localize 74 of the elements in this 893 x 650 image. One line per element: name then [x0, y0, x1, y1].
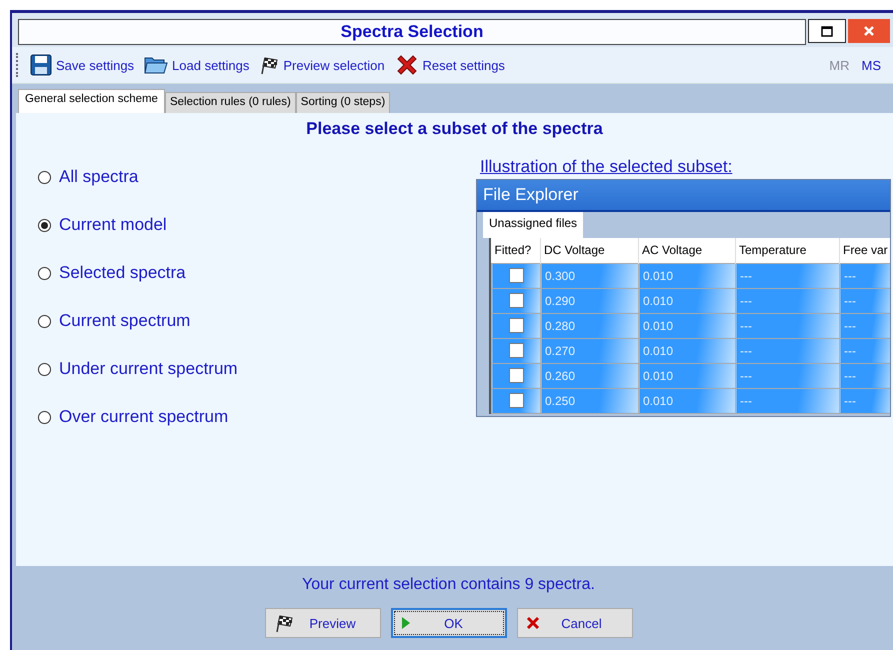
checkbox[interactable] — [508, 293, 524, 308]
option-label: Current model — [59, 215, 167, 235]
toolbar-button[interactable]: Load settings — [144, 55, 250, 75]
table-cell: --- — [736, 288, 840, 313]
maximize-icon — [821, 26, 833, 36]
column-header: Temperature — [736, 238, 840, 263]
checkbox[interactable] — [508, 368, 524, 384]
table-cell: --- — [840, 363, 890, 388]
tab[interactable]: Sorting (0 steps) — [296, 92, 390, 113]
close-button[interactable] — [848, 19, 890, 43]
table-cell: 0.290 — [540, 288, 638, 313]
table-cell: --- — [840, 388, 890, 413]
option-label: All spectra — [59, 167, 138, 187]
play-icon — [400, 616, 410, 630]
column-header: Fitted? — [492, 238, 540, 263]
option-label: Under current spectrum — [59, 359, 238, 379]
radio-button[interactable] — [38, 362, 51, 376]
table-cell: 0.280 — [540, 313, 638, 338]
cross-icon — [394, 53, 419, 77]
table-cell: 0.010 — [638, 313, 736, 338]
radio-button[interactable] — [38, 314, 51, 328]
status-text: Your current selection contains 9 spectra. — [302, 576, 595, 594]
dialog-button[interactable]: Cancel — [516, 608, 632, 638]
toolbar-button[interactable]: MS — [862, 58, 881, 72]
column-header: AC Voltage — [638, 238, 736, 263]
tab[interactable]: Unassigned files — [483, 212, 584, 238]
table-cell: --- — [840, 338, 890, 363]
radio-button[interactable] — [38, 410, 51, 424]
table-cell: --- — [736, 263, 840, 288]
table-cell: 0.250 — [540, 388, 638, 413]
option-label: Current spectrum — [59, 311, 190, 331]
table-cell: 0.010 — [638, 388, 736, 413]
panel-title: File Explorer — [477, 180, 890, 212]
table-cell: --- — [736, 363, 840, 388]
tab[interactable]: General selection scheme — [18, 89, 165, 113]
table-cell: 0.010 — [638, 263, 736, 288]
window-title: Spectra Selection — [18, 19, 806, 45]
checkbox[interactable] — [508, 268, 524, 284]
option-label: Over current spectrum — [59, 407, 228, 427]
checkbox[interactable] — [508, 318, 524, 334]
checkered-flag-icon — [259, 55, 280, 75]
caption: Illustration of the selected subset: — [479, 157, 734, 177]
table-cell: 0.260 — [540, 363, 638, 388]
toolbar-button[interactable]: Reset settings — [394, 53, 505, 77]
checkbox[interactable] — [508, 393, 524, 408]
folder-icon — [144, 55, 168, 75]
table-cell: --- — [840, 288, 890, 313]
toolbar-button[interactable]: Preview selection — [259, 55, 385, 75]
tab[interactable]: Selection rules (0 rules) — [164, 92, 296, 113]
dialog-button[interactable]: OK — [390, 608, 506, 638]
option-label: Selected spectra — [59, 263, 186, 283]
cross-icon — [526, 616, 540, 630]
table-cell: --- — [840, 313, 890, 338]
checkered-flag-icon — [274, 613, 294, 633]
checkbox[interactable] — [508, 343, 524, 358]
table-cell: --- — [840, 263, 890, 288]
table-cell: 0.010 — [638, 288, 736, 313]
column-header: DC Voltage — [540, 238, 638, 263]
close-icon — [863, 25, 875, 37]
radio-button[interactable] — [38, 218, 51, 232]
dialog-button[interactable]: Preview — [264, 608, 380, 638]
radio-button[interactable] — [38, 266, 51, 280]
table-cell: --- — [736, 313, 840, 338]
table-cell: --- — [736, 338, 840, 363]
column-header: Free var — [840, 238, 890, 263]
table-cell: --- — [736, 388, 840, 413]
toolbar-button[interactable]: Save settings — [30, 54, 134, 76]
heading: Please select a subset of the spectra — [305, 119, 604, 139]
table-cell: 0.300 — [540, 263, 638, 288]
maximize-button[interactable] — [808, 19, 846, 43]
radio-button[interactable] — [38, 170, 51, 184]
table-cell: 0.270 — [540, 338, 638, 363]
table-cell: 0.010 — [638, 363, 736, 388]
table-cell: 0.010 — [638, 338, 736, 363]
